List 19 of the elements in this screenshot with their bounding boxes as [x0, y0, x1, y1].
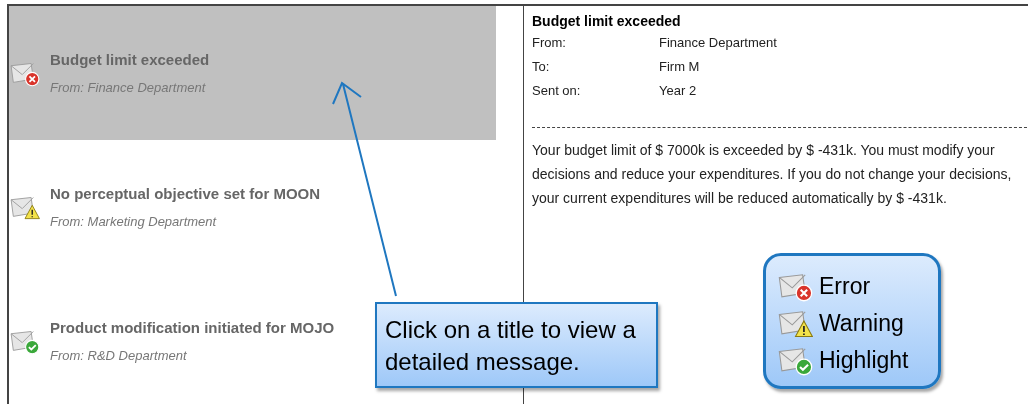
message-body: Your budget limit of $ 7000k is exceeded by $ -431k. You must modify your decisions and reduce your expenditures. If you do not change your decisions, your current expenditures will be reduced automatically by $ -431k. [532, 141, 1013, 208]
field-label: Sent on: [532, 82, 582, 100]
legend-label: Warning [819, 309, 904, 339]
field-value: Firm M [659, 58, 700, 76]
message-title[interactable]: No perceptual objective set for MOON [50, 183, 321, 206]
callout-tooltip: Click on a title to view a detailed message. [375, 302, 658, 388]
field-label: To: [532, 58, 551, 76]
detail-title: Budget limit exceeded [532, 12, 682, 31]
legend-label: Highlight [819, 346, 909, 376]
message-title[interactable]: Product modification initiated for MOJO [50, 317, 335, 340]
message-title[interactable]: Budget limit exceeded [50, 49, 210, 72]
field-value: Year 2 [659, 82, 697, 100]
field-value: Finance Department [659, 34, 777, 52]
legend-label: Error [819, 272, 871, 302]
message-sender: From: Marketing Department [50, 212, 218, 231]
message-sender: From: R&D Department [50, 346, 188, 365]
message-sender: From: Finance Department [50, 78, 207, 97]
field-label: From: [532, 34, 567, 52]
message-item[interactable]: Budget limit exceeded From: Finance Department [9, 6, 496, 140]
